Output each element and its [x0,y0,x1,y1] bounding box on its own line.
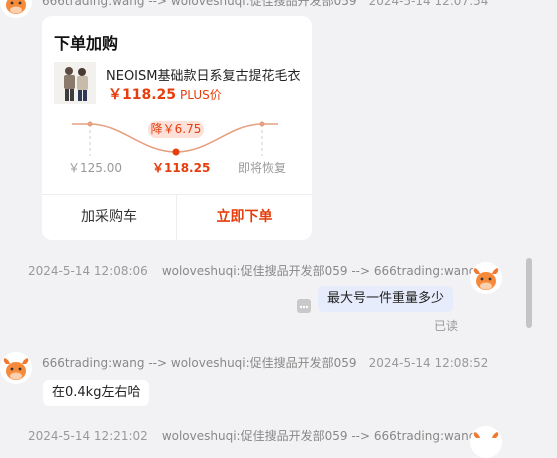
original-price-point [87,121,93,127]
price-drop-badge: 降￥6.75 [148,121,204,138]
original-price-label: ￥125.00 [68,161,122,175]
restore-price-label: 即将恢复 [238,161,287,175]
cow-avatar-icon [0,0,32,18]
avatar-woloveshuqi[interactable] [470,426,502,458]
message-meta-2: 2024-5-14 12:08:06 woloveshuqi:促佳搜品开发部059… [28,264,477,278]
current-price-point [172,148,180,156]
message-meta-1: 666trading:wang --> woloveshuqi:促佳搜品开发部0… [42,0,489,8]
more-options-icon[interactable] [297,299,311,313]
restore-price-point [259,121,265,127]
current-price-label: ￥118.25 [152,161,211,175]
message-meta-3: 666trading:wang --> woloveshuqi:促佳搜品开发部0… [42,356,489,370]
cow-avatar-icon [0,352,32,384]
cow-avatar-icon [470,262,502,294]
read-status: 已读 [434,319,459,333]
message-bubble-mine[interactable]: 最大号一件重量多少 [318,286,454,312]
order-now-button[interactable]: 立即下单 [177,195,312,240]
scrollbar-thumb[interactable] [526,258,532,328]
order-card: 下单加购 NEOISM基础款日系复古提花毛衣 ￥118.25 PLUS价 降￥6.… [42,16,312,240]
message-bubble-theirs[interactable]: 在0.4kg左右哈 [43,380,150,406]
message-meta-4: 2024-5-14 12:21:02 woloveshuqi:促佳搜品开发部059… [28,429,477,443]
scrollbar-track[interactable] [524,0,534,435]
add-to-cart-button[interactable]: 加采购车 [42,195,176,240]
avatar-woloveshuqi[interactable] [470,262,502,294]
avatar-666trading[interactable] [0,0,32,18]
cow-avatar-icon [470,426,502,458]
avatar-666trading[interactable] [0,352,32,384]
